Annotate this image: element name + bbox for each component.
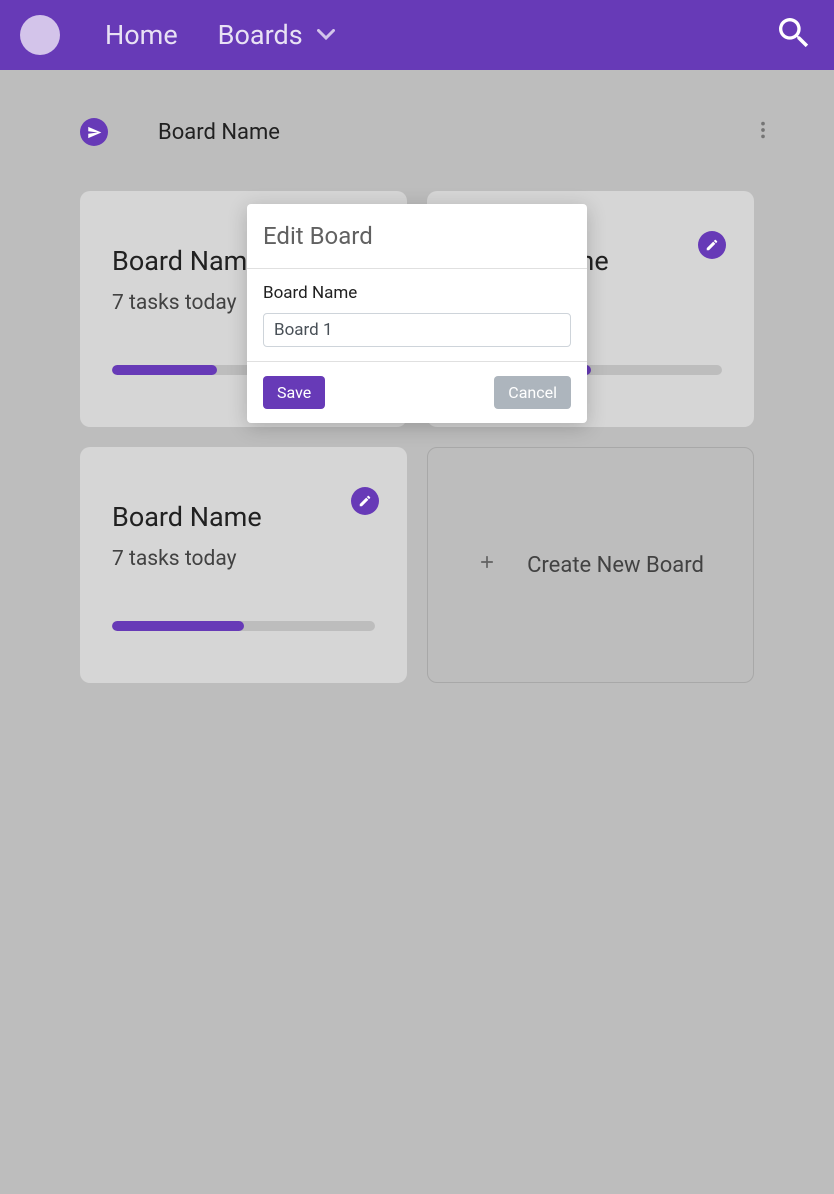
paper-plane-icon xyxy=(80,118,108,146)
board-title: Board Name xyxy=(158,120,280,145)
modal-body: Board Name xyxy=(247,269,587,362)
modal-header: Edit Board xyxy=(247,204,587,269)
search-icon[interactable] xyxy=(774,13,814,57)
board-card[interactable]: Board Name 7 tasks today xyxy=(80,447,407,683)
plus-icon xyxy=(477,552,497,578)
progress-fill xyxy=(112,365,217,375)
modal-footer: Save Cancel xyxy=(247,362,587,423)
ellipsis-icon[interactable] xyxy=(752,119,774,145)
nav-home[interactable]: Home xyxy=(105,19,178,51)
edit-icon[interactable] xyxy=(698,231,726,259)
create-new-board-label: Create New Board xyxy=(527,553,704,578)
cancel-button[interactable]: Cancel xyxy=(494,376,571,409)
card-subtitle: 7 tasks today xyxy=(112,547,375,571)
modal-title: Edit Board xyxy=(263,222,571,250)
chevron-down-icon xyxy=(317,26,335,44)
avatar[interactable] xyxy=(20,15,60,55)
board-name-input[interactable] xyxy=(263,313,571,347)
navbar: Home Boards xyxy=(0,0,834,70)
edit-icon[interactable] xyxy=(351,487,379,515)
create-new-board-card[interactable]: Create New Board xyxy=(427,447,754,683)
nav-boards[interactable]: Boards xyxy=(218,19,335,51)
board-name-label: Board Name xyxy=(263,283,571,303)
save-button[interactable]: Save xyxy=(263,376,325,409)
nav-boards-label: Boards xyxy=(218,19,303,51)
progress-bar xyxy=(112,621,375,631)
board-header: Board Name xyxy=(80,118,754,146)
card-title: Board Name xyxy=(112,501,375,533)
edit-board-modal: Edit Board Board Name Save Cancel xyxy=(247,204,587,423)
progress-fill xyxy=(112,621,244,631)
